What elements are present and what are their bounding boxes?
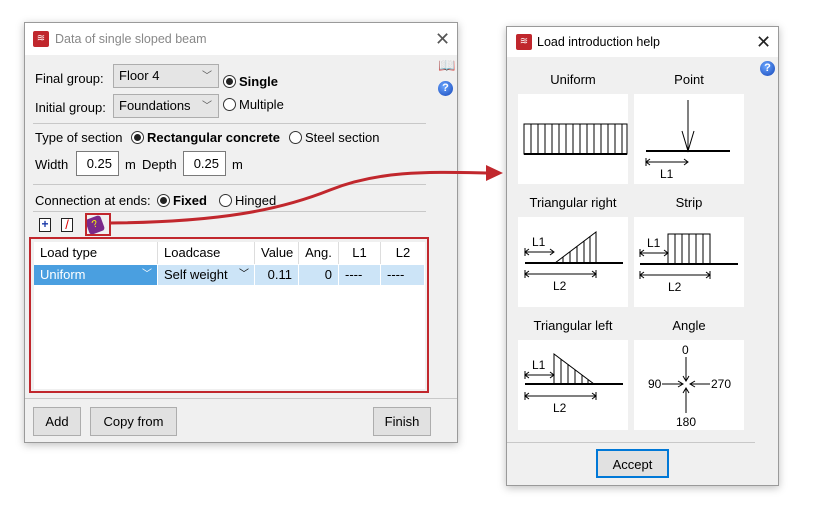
callout-arrow	[109, 165, 503, 225]
